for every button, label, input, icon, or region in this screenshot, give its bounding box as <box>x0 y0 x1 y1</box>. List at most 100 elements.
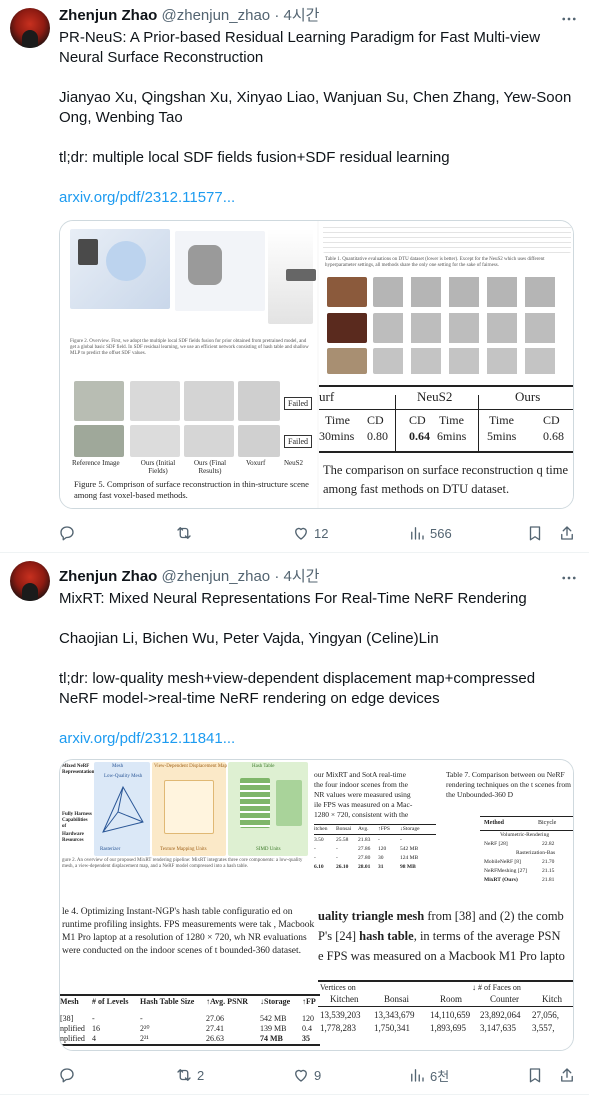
tweet[interactable]: Zhenjun Zhao @zhenjun_zhao · 4시간 PR-NeuS… <box>0 0 589 553</box>
tweet[interactable]: Zhenjun Zhao @zhenjun_zhao · 4시간 MixRT: … <box>0 553 589 1095</box>
body-text-large: uality triangle mesh from [38] and (2) t… <box>318 906 573 966</box>
table-cell: 28.01 <box>358 864 371 870</box>
mid-h-storage: ↓Storage <box>400 826 420 832</box>
br-left-title: Vertices on <box>320 983 356 992</box>
t7-h-method: Method <box>484 820 504 826</box>
val-voxurf-cd: 0.80 <box>367 429 388 443</box>
diagram-label-displacement: View-Dependent Displacement Map <box>154 764 228 769</box>
like-button[interactable]: 12 <box>292 521 328 545</box>
retweet-button[interactable] <box>175 521 197 545</box>
col-header-voxurf: urf <box>319 389 335 404</box>
table-cell: Kitchen <box>330 994 359 1004</box>
table-cell: 6.10 <box>314 864 324 870</box>
text-line: ile FPS was measured on a Mac- <box>314 800 413 809</box>
statue-render-icon <box>188 245 222 285</box>
table-cell: 13,343,679 <box>374 1010 415 1020</box>
views-count: 566 <box>430 525 452 541</box>
table-vrule-1 <box>395 395 396 453</box>
paper-link[interactable]: arxiv.org/pdf/2312.11577... <box>59 188 574 208</box>
fig-label-voxurf: Voxurf <box>246 459 266 467</box>
more-icon[interactable] <box>560 10 578 28</box>
author-name[interactable]: Zhenjun Zhao <box>59 7 157 24</box>
table-rule-mid <box>319 409 573 410</box>
table-cell: Mesh <box>60 997 79 1006</box>
tweet-actions: 2 9 6천 <box>52 1063 582 1087</box>
table-cell: 25.58 <box>336 837 349 843</box>
table-cell: nplified <box>60 1024 85 1033</box>
tweet-media[interactable]: Figure 2. Overview. First, we adopt the … <box>59 220 574 509</box>
bl-rule-bottom <box>60 1044 320 1046</box>
row-label-harness: Fully Harness Capabilities of <box>62 812 92 829</box>
table-cell: - <box>336 846 338 852</box>
tweet-header: Zhenjun Zhao @zhenjun_zhao · 4시간 <box>59 567 319 587</box>
sub-cd-1: CD <box>367 413 384 427</box>
views-button[interactable]: 6천 <box>408 1063 449 1087</box>
table-cell: MobileNeRF [8] <box>484 859 521 865</box>
retweet-button[interactable]: 2 <box>175 1063 204 1087</box>
failed-label-1: Failed <box>284 397 312 410</box>
table-cell: Room <box>440 994 463 1004</box>
tweet-authors: Chaojian Li, Bichen Wu, Peter Vajda, Yin… <box>59 630 439 647</box>
dtu-renders-2 <box>373 313 563 343</box>
timestamp[interactable]: · 4시간 <box>274 568 319 585</box>
bookmark-button[interactable] <box>526 521 544 545</box>
voxurf-render <box>238 381 280 421</box>
author-name[interactable]: Zhenjun Zhao <box>59 568 157 585</box>
table-cell: ↑Avg. PSNR <box>206 997 249 1006</box>
avatar[interactable] <box>10 8 50 48</box>
val-voxurf-time: 30mins <box>319 429 355 443</box>
table-cell: - <box>92 1014 95 1023</box>
table-cell: 2²⁰ <box>140 1024 150 1033</box>
mid-table-rule2 <box>314 834 436 835</box>
table-cell: # of Levels <box>92 997 129 1006</box>
dtu-renders-3 <box>373 348 563 374</box>
table7-caption: Table 7. Comparison between ou NeRF rend… <box>446 770 571 799</box>
text-line: 1280 × 720, consistent with the <box>314 810 409 819</box>
views-icon <box>411 1069 424 1082</box>
diagram-label-tmu: Texture Mapping Units <box>160 847 207 852</box>
final-results-render <box>184 381 234 421</box>
t7-h-bicycle: Bicycle <box>538 820 557 826</box>
table-vrule-2 <box>478 395 479 453</box>
share-button[interactable] <box>558 521 576 545</box>
table-rule-bottom <box>319 451 573 453</box>
initial-fields-render-2 <box>130 425 180 457</box>
text-line: P's [24] hash table, in terms of the ave… <box>318 926 573 946</box>
val-ours-cd: 0.68 <box>543 429 564 443</box>
table-cell: - <box>400 837 402 843</box>
paper-link[interactable]: arxiv.org/pdf/2312.11841... <box>59 729 574 749</box>
views-button[interactable]: 566 <box>408 521 452 545</box>
like-button[interactable]: 9 <box>292 1063 321 1087</box>
table-cell: [38] <box>60 1014 74 1023</box>
tweet-media[interactable]: Mixed NeRF Representations Fully Harness… <box>59 759 574 1051</box>
displacement-map-box <box>164 780 214 834</box>
results-table-top <box>323 223 571 253</box>
val-neus2-cd: 0.64 <box>409 429 430 443</box>
table-cell: 120 <box>302 1014 314 1023</box>
bookmark-button[interactable] <box>526 1063 544 1087</box>
tweet-tldr: tl;dr: multiple local SDF fields fusion+… <box>59 149 450 166</box>
avatar[interactable] <box>10 561 50 601</box>
timestamp[interactable]: · 4시간 <box>274 7 319 24</box>
reply-button[interactable] <box>58 1063 80 1087</box>
tweet-title: MixRT: Mixed Neural Representations For … <box>59 590 527 607</box>
reply-button[interactable] <box>58 521 80 545</box>
heart-icon <box>295 527 307 540</box>
body-text-top: our MixRT and SotA real-time the four in… <box>314 770 434 820</box>
tweet-title: PR-NeuS: A Prior-based Residual Learning… <box>59 29 541 66</box>
author-handle[interactable]: @zhenjun_zhao <box>162 568 271 585</box>
table-cell: 27,056, <box>532 1010 559 1020</box>
sdf-sphere-icon <box>106 241 146 281</box>
dtu-scene-1 <box>327 277 367 307</box>
more-icon[interactable] <box>560 569 578 587</box>
table-cell: 27.41 <box>206 1024 224 1033</box>
mid-h-fps: ↑FPS <box>378 826 390 832</box>
hash-table-icon <box>240 778 270 828</box>
share-button[interactable] <box>558 1063 576 1087</box>
sub-time-1: Time <box>325 413 350 427</box>
table-rule-top <box>319 385 573 387</box>
author-handle[interactable]: @zhenjun_zhao <box>162 7 271 24</box>
like-count: 12 <box>314 525 329 541</box>
paper-page-right: Table 1. Quantitative evaluations on DTU… <box>319 221 573 508</box>
table-cell: 13,539,203 <box>320 1010 361 1020</box>
